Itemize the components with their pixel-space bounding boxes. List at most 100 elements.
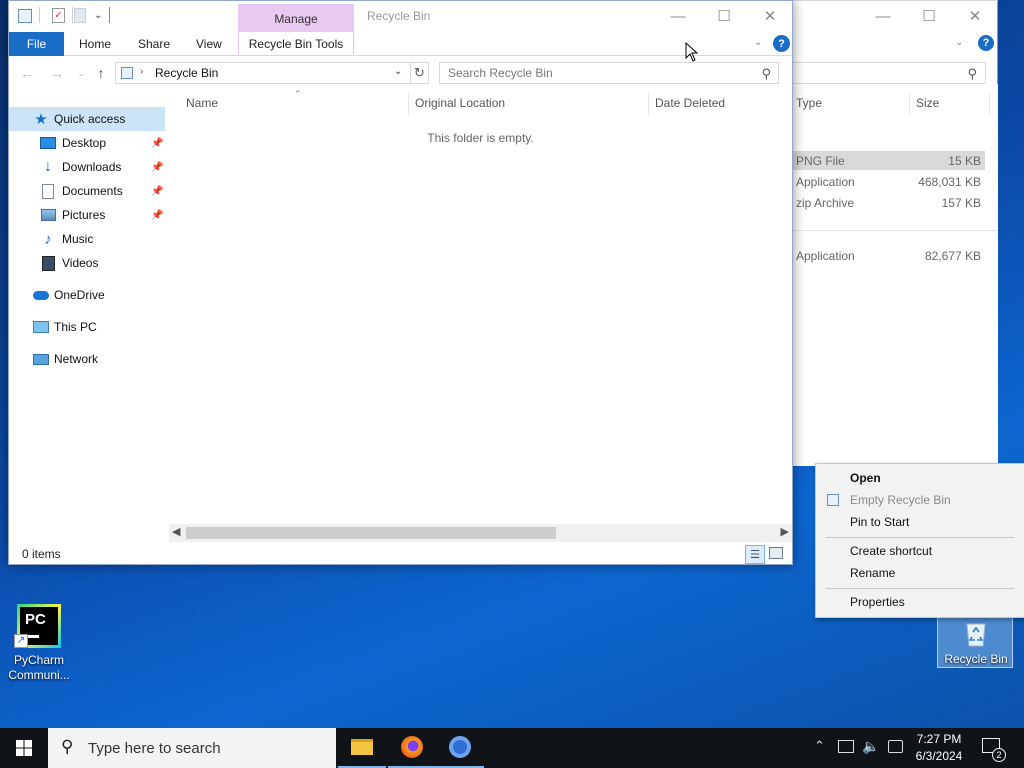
file-type: Application <box>796 175 855 189</box>
download-arrow-icon: ↓ <box>44 158 52 175</box>
help-icon[interactable]: ? <box>978 35 994 51</box>
file-type: Application <box>796 249 855 263</box>
file-row[interactable]: Application 82,677 KB <box>792 246 985 265</box>
taskbar-search-box[interactable]: ⚲ Type here to search <box>48 728 336 768</box>
recent-locations-icon[interactable]: ⌄ <box>71 64 91 82</box>
menu-item-empty-recycle-bin[interactable]: Empty Recycle Bin <box>816 489 1024 511</box>
start-button[interactable] <box>0 728 48 768</box>
scroll-left-arrow-icon[interactable]: ◀ <box>172 525 180 538</box>
close-button[interactable]: ✕ <box>952 1 998 31</box>
customize-toolbar-icon[interactable]: ⌄ <box>94 10 102 21</box>
file-explorer-taskbar-icon[interactable] <box>338 728 386 768</box>
menu-item-create-shortcut[interactable]: Create shortcut <box>816 540 1024 562</box>
scrollbar-thumb[interactable] <box>186 527 556 539</box>
recycle-bin-desktop-icon[interactable]: Recycle Bin <box>937 616 1013 668</box>
file-size: 82,677 KB <box>924 249 981 263</box>
column-header-type[interactable]: Type <box>796 96 822 110</box>
windows-logo-icon <box>16 740 32 756</box>
column-header-original-location[interactable]: Original Location <box>415 96 505 110</box>
address-dropdown-icon[interactable]: ⌄ <box>394 66 402 77</box>
nav-item-onedrive[interactable]: OneDrive <box>9 283 165 307</box>
maximize-button[interactable]: ☐ <box>701 1 747 31</box>
tab-home[interactable]: Home <box>65 33 125 55</box>
column-header-name[interactable]: Name <box>186 96 218 110</box>
close-button[interactable]: ✕ <box>747 1 793 31</box>
tab-file[interactable]: File <box>9 32 64 56</box>
menu-item-pin-to-start[interactable]: Pin to Start <box>816 511 1024 533</box>
file-type: zip Archive <box>796 196 855 210</box>
column-header-date-deleted[interactable]: Date Deleted <box>655 96 725 110</box>
address-bar[interactable]: › Recycle Bin ⌄ <box>115 62 411 84</box>
new-folder-icon[interactable] <box>74 8 86 23</box>
title-bar[interactable]: ✓ ⌄ Manage Recycle Bin — ☐ ✕ <box>9 1 793 33</box>
menu-item-open[interactable]: Open <box>816 467 1024 489</box>
taskbar-search-placeholder: Type here to search <box>88 740 221 757</box>
horizontal-scrollbar[interactable]: ◀ ▶ <box>169 524 792 542</box>
chevron-down-icon[interactable]: ⌄ <box>955 37 963 48</box>
search-box[interactable]: Search Recycle Bin ⚲ <box>439 62 779 84</box>
pin-icon[interactable]: 📌 <box>151 162 163 173</box>
recycle-bin-label: Recycle Bin <box>944 652 1008 666</box>
search-box[interactable]: ⚲ <box>792 62 986 84</box>
pycharm-desktop-icon[interactable]: PC ↗ PyCharm Communi... <box>4 602 74 684</box>
clock[interactable]: 7:27 PM 6/3/2024 <box>908 731 970 765</box>
nav-item-quick-access[interactable]: ★ Quick access <box>9 107 165 131</box>
group-divider <box>792 230 998 231</box>
background-explorer-window[interactable]: — ☐ ✕ ⌄ ? ⚲ Type Size PNG File 15 KB App… <box>792 0 998 466</box>
nav-item-desktop[interactable]: Desktop 📌 <box>9 131 165 155</box>
forward-arrow-icon[interactable]: → <box>47 64 67 82</box>
nav-item-music[interactable]: ♪ Music <box>9 227 165 251</box>
pin-icon[interactable]: 📌 <box>151 210 163 221</box>
search-icon: ⚲ <box>967 66 977 81</box>
file-size: 468,031 KB <box>918 175 981 189</box>
menu-item-rename[interactable]: Rename <box>816 562 1024 584</box>
back-arrow-icon[interactable]: ← <box>17 64 37 82</box>
film-icon <box>40 255 56 271</box>
search-icon: ⚲ <box>761 66 771 81</box>
ime-icon[interactable] <box>888 740 903 753</box>
refresh-icon[interactable]: ↻ <box>411 62 429 84</box>
maximize-button[interactable]: ☐ <box>906 1 952 31</box>
breadcrumb[interactable]: Recycle Bin <box>155 66 218 80</box>
navigation-pane: ★ Quick access Desktop 📌 ↓ Downloads 📌 D… <box>9 93 169 543</box>
cloud-icon <box>33 287 49 303</box>
nav-item-pictures[interactable]: Pictures 📌 <box>9 203 165 227</box>
nav-item-documents[interactable]: Documents 📌 <box>9 179 165 203</box>
details-view-icon[interactable]: ☰ <box>745 545 765 564</box>
tab-recycle-bin-tools[interactable]: Recycle Bin Tools <box>238 33 354 55</box>
pin-icon[interactable]: 📌 <box>151 186 163 197</box>
computer-icon <box>33 319 49 335</box>
minimize-button[interactable]: — <box>655 1 701 31</box>
up-arrow-icon[interactable]: ↑ <box>91 64 111 82</box>
notification-badge: 2 <box>992 748 1006 762</box>
search-placeholder: Search Recycle Bin <box>448 66 553 80</box>
firefox-taskbar-icon[interactable] <box>388 728 436 768</box>
expand-ribbon-icon[interactable]: ⌄ <box>754 37 762 48</box>
recycle-bin-window[interactable]: ✓ ⌄ Manage Recycle Bin — ☐ ✕ File Home S… <box>8 0 793 565</box>
document-icon <box>40 183 56 199</box>
tab-share[interactable]: Share <box>124 33 184 55</box>
file-row[interactable]: Application 468,031 KB <box>792 172 985 191</box>
pin-icon[interactable]: 📌 <box>151 138 163 149</box>
nav-item-videos[interactable]: Videos <box>9 251 165 275</box>
network-status-icon[interactable] <box>838 740 854 753</box>
scroll-right-arrow-icon[interactable]: ▶ <box>781 525 789 538</box>
file-size: 157 KB <box>941 196 981 210</box>
nav-item-network[interactable]: Network <box>9 347 165 371</box>
help-icon[interactable]: ? <box>773 35 790 52</box>
nav-item-this-pc[interactable]: This PC <box>9 315 165 339</box>
file-row[interactable]: zip Archive 157 KB <box>792 193 985 212</box>
file-row[interactable]: PNG File 15 KB <box>792 151 985 170</box>
show-hidden-icons-icon[interactable]: ⌃ <box>814 738 825 754</box>
column-header-size[interactable]: Size <box>916 96 939 110</box>
chrome-taskbar-icon[interactable] <box>436 728 484 768</box>
menu-item-properties[interactable]: Properties <box>816 591 1024 613</box>
volume-muted-icon[interactable]: 🔈 <box>862 738 879 755</box>
tab-view[interactable]: View <box>182 33 236 55</box>
recycle-bin-small-icon <box>121 67 133 79</box>
large-icons-view-icon[interactable] <box>769 547 783 559</box>
minimize-button[interactable]: — <box>860 1 906 31</box>
nav-item-downloads[interactable]: ↓ Downloads 📌 <box>9 155 165 179</box>
properties-icon[interactable]: ✓ <box>52 8 65 23</box>
menu-separator <box>826 537 1014 538</box>
